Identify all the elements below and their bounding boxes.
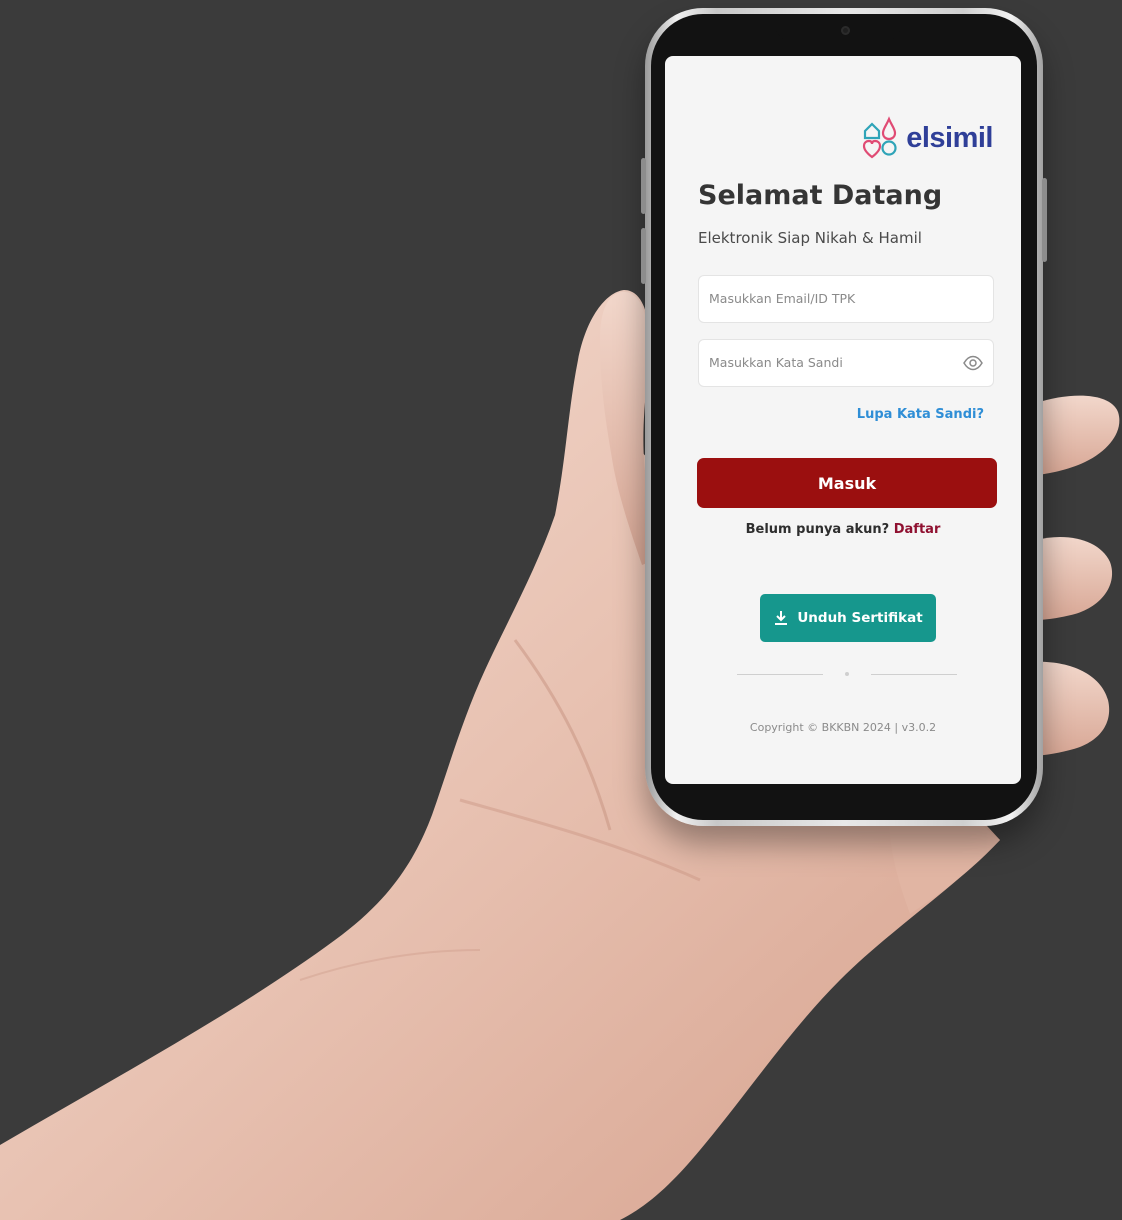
forgot-password-link[interactable]: Lupa Kata Sandi? <box>857 407 984 422</box>
camera-icon <box>841 26 850 35</box>
login-screen: elsimil Selamat Datang Elektronik Siap N… <box>665 56 1021 784</box>
copyright-text: Copyright © BKKBN 2024 | v3.0.2 <box>749 721 937 734</box>
download-certificate-button[interactable]: Unduh Sertifikat <box>760 594 936 642</box>
register-prompt-text: Belum punya akun? <box>745 522 890 537</box>
register-prompt: Belum punya akun? Daftar <box>665 522 1021 537</box>
password-placeholder: Masukkan Kata Sandi <box>709 355 843 370</box>
phone-notch <box>775 14 901 42</box>
eye-icon[interactable] <box>963 355 983 371</box>
brand-name: elsimil <box>906 121 993 154</box>
page-title: Selamat Datang <box>698 180 943 211</box>
email-placeholder: Masukkan Email/ID TPK <box>709 291 856 306</box>
scene: elsimil Selamat Datang Elektronik Siap N… <box>0 0 1122 1220</box>
page-subtitle: Elektronik Siap Nikah & Hamil <box>698 229 922 247</box>
password-field[interactable]: Masukkan Kata Sandi <box>698 339 994 387</box>
divider-line <box>737 674 823 675</box>
elsimil-logo-icon <box>863 116 897 159</box>
phone-side-button <box>641 158 646 214</box>
finger-1 <box>1036 395 1120 475</box>
phone-frame: elsimil Selamat Datang Elektronik Siap N… <box>641 8 1047 826</box>
phone-bezel: elsimil Selamat Datang Elektronik Siap N… <box>651 14 1037 820</box>
register-link[interactable]: Daftar <box>894 522 941 537</box>
divider-dot <box>845 672 849 676</box>
download-certificate-label: Unduh Sertifikat <box>797 610 923 626</box>
brand-logo: elsimil <box>862 116 993 160</box>
finger-2 <box>1036 536 1113 620</box>
email-field[interactable]: Masukkan Email/ID TPK <box>698 275 994 323</box>
login-button[interactable]: Masuk <box>697 458 997 508</box>
divider-line <box>871 674 957 675</box>
divider <box>737 672 957 676</box>
download-icon <box>775 611 788 625</box>
phone-side-button <box>1042 178 1047 262</box>
login-button-label: Masuk <box>817 473 877 493</box>
phone-side-button <box>641 228 646 284</box>
